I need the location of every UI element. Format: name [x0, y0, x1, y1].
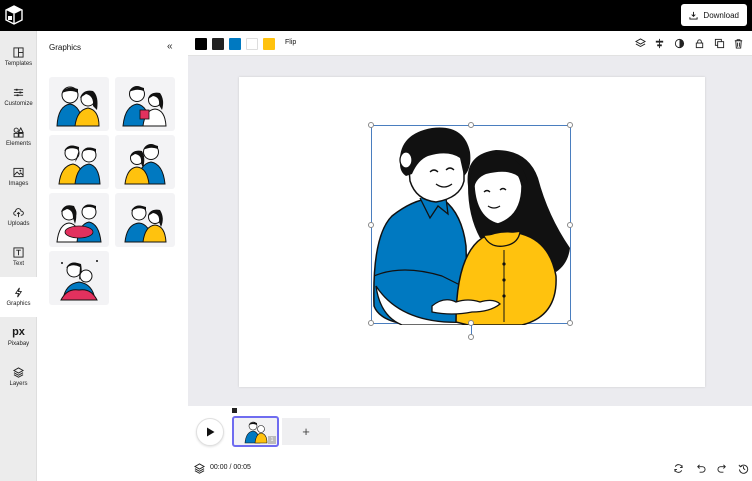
canvas-workspace — [188, 56, 752, 406]
color-swatch-black[interactable] — [195, 38, 207, 50]
color-swatch-blue[interactable] — [229, 38, 241, 50]
image-icon — [13, 167, 24, 178]
play-icon — [206, 427, 214, 437]
selected-graphic[interactable] — [368, 122, 573, 340]
graphic-thumbnail[interactable] — [49, 135, 109, 189]
rail-item-layers[interactable]: Layers — [0, 357, 37, 397]
couple-embrace-graphic — [58, 145, 101, 185]
rail-label: Customize — [4, 101, 33, 107]
graphic-thumbnail[interactable] — [115, 77, 175, 131]
rail-label: Graphics — [6, 301, 31, 307]
rail-label: Images — [8, 181, 29, 187]
left-rail: Templates Customize Elements Images Uplo… — [0, 31, 37, 481]
scene-thumbnail[interactable]: 1 — [232, 416, 279, 447]
duplicate-icon[interactable] — [714, 38, 725, 49]
graphic-thumbnail[interactable] — [115, 135, 175, 189]
layers-icon — [13, 367, 24, 378]
graphics-icon — [14, 287, 23, 298]
history-icon[interactable] — [738, 463, 749, 474]
flip-button[interactable]: Flip — [285, 39, 296, 46]
resize-handle-e[interactable] — [567, 222, 573, 228]
rail-label: Layers — [9, 381, 28, 387]
top-bar: Download — [0, 0, 752, 31]
templates-icon — [13, 47, 24, 58]
scene-preview-graphic — [244, 421, 268, 444]
rail-item-elements[interactable]: Elements — [0, 117, 37, 157]
couple-gift-graphic — [122, 86, 167, 127]
rail-item-text[interactable]: Text — [0, 237, 37, 277]
couple-hug-illustration — [373, 127, 570, 325]
rail-item-pixabay[interactable]: px Pixabay — [0, 317, 37, 357]
rail-label: Text — [12, 261, 24, 267]
resize-handle-w[interactable] — [368, 222, 374, 228]
bottom-bar: 00:00 / 00:05 — [188, 456, 752, 481]
rail-item-images[interactable]: Images — [0, 157, 37, 197]
download-icon — [689, 11, 698, 20]
add-scene-button[interactable]: + — [282, 418, 330, 445]
cloud-upload-icon — [13, 208, 24, 218]
graphic-thumbnail[interactable] — [49, 251, 109, 305]
time-display: 00:00 / 00:05 — [210, 464, 251, 471]
rotate-handle[interactable] — [468, 334, 474, 340]
layers-toggle-icon[interactable] — [194, 463, 205, 474]
resize-handle-sw[interactable] — [368, 320, 374, 326]
rail-item-templates[interactable]: Templates — [0, 37, 37, 77]
couple-side-graphic — [124, 144, 166, 185]
rail-label: Uploads — [7, 221, 30, 227]
redo-icon[interactable] — [717, 463, 728, 474]
color-swatch-yellow[interactable] — [263, 38, 275, 50]
resize-handle-n[interactable] — [468, 122, 474, 128]
resize-handle-se[interactable] — [567, 320, 573, 326]
sliders-icon — [13, 88, 24, 97]
scene-number: 1 — [268, 436, 276, 444]
color-swatch-dark[interactable] — [212, 38, 224, 50]
rail-item-graphics[interactable]: Graphics — [0, 277, 37, 317]
rail-item-uploads[interactable]: Uploads — [0, 197, 37, 237]
graphic-thumbnail[interactable] — [115, 193, 175, 247]
resize-handle-nw[interactable] — [368, 122, 374, 128]
shapes-icon — [13, 127, 24, 138]
download-button[interactable]: Download — [681, 4, 747, 26]
refresh-icon[interactable] — [673, 463, 684, 474]
editor-toolbar: Flip — [188, 31, 752, 56]
rail-label: Elements — [5, 141, 31, 147]
scene-timeline: 1 + — [188, 406, 752, 456]
text-icon — [13, 247, 24, 258]
playhead-marker[interactable] — [232, 408, 237, 413]
resize-handle-ne[interactable] — [567, 122, 573, 128]
couple-hug-graphic — [56, 86, 100, 127]
color-swatch-white[interactable] — [246, 38, 258, 50]
graphic-thumbnail[interactable] — [49, 193, 109, 247]
rail-label: Pixabay — [7, 341, 30, 347]
lock-icon[interactable] — [694, 38, 705, 49]
panel-title: Graphics — [49, 43, 82, 52]
graphic-thumbnail[interactable] — [49, 77, 109, 131]
undo-icon[interactable] — [695, 463, 706, 474]
artboard[interactable] — [239, 77, 705, 387]
couple-hold-graphic — [124, 205, 167, 243]
graphics-panel: Graphics « — [37, 31, 188, 481]
rail-label: Templates — [4, 61, 33, 67]
app-logo-icon[interactable] — [5, 5, 23, 25]
download-label: Download — [703, 10, 739, 20]
collapse-panel-icon[interactable]: « — [167, 42, 177, 52]
trash-icon[interactable] — [733, 38, 744, 49]
couple-heart-graphic — [56, 204, 102, 243]
play-button[interactable] — [196, 418, 224, 446]
pixabay-icon: px — [12, 326, 25, 338]
opacity-icon[interactable] — [674, 38, 685, 49]
align-icon[interactable] — [654, 38, 665, 49]
rail-item-customize[interactable]: Customize — [0, 77, 37, 117]
couple-cuddle-graphic — [60, 260, 98, 301]
layers-order-icon[interactable] — [635, 38, 646, 49]
